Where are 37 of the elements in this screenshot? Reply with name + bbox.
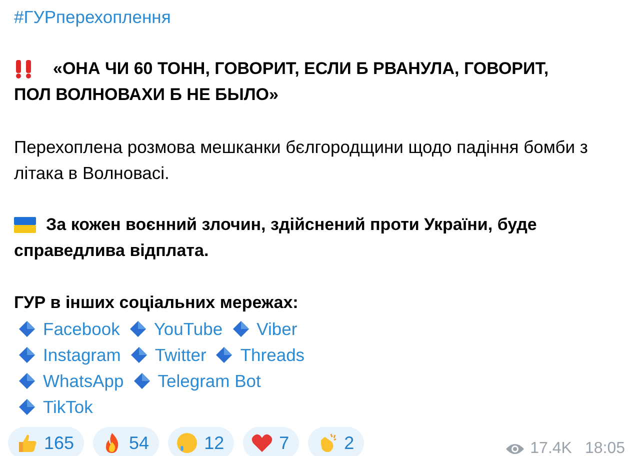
reaction-button[interactable]: 165 [8,427,84,456]
diamond-icon [18,346,36,364]
reaction-button[interactable]: 54 [93,427,160,456]
flag-icon [14,217,36,233]
reaction-button[interactable]: 2 [308,427,364,456]
socials-heading: ГУР в інших соціальних мережах: [14,293,298,312]
social-link[interactable]: Instagram [43,342,121,368]
view-count: 17.4K [530,439,572,456]
heart-icon [251,432,274,454]
social-link[interactable]: Twitter [154,342,206,368]
hashtag-link[interactable]: #ГУРперехоплення [14,7,171,27]
diamond-icon [130,346,148,364]
social-link[interactable]: Threads [240,342,305,368]
diamond-icon [18,372,36,390]
headline-text: ПОЛ ВОЛНОВАХИ Б НЕ БЫЛО» [14,84,278,106]
reaction-button[interactable]: 12 [168,427,234,456]
diamond-icon [18,398,36,416]
social-link[interactable]: Viber [256,316,298,342]
eye-icon [505,442,526,456]
social-link[interactable]: Telegram Bot [158,368,261,394]
social-link[interactable]: WhatsApp [43,368,124,394]
reaction-button[interactable]: 7 [243,427,300,456]
diamond-icon [18,320,36,338]
diamond-icon [215,346,234,364]
social-link[interactable]: YouTube [154,316,223,342]
diamond-icon [232,320,250,338]
description-text: Перехоплена розмова мешканки бєлгородщини щодо падіння бомби з літака в Волновасі. [14,137,588,183]
statement-text: справедлива відплата. [14,240,209,262]
social-link[interactable]: Facebook [43,316,120,342]
message-time: 18:05 [584,439,625,456]
diamond-icon [132,372,151,390]
social-link[interactable]: TikTok [43,394,93,420]
headline-text: «ОНА ЧИ 60 ТОНН, ГОВОРИТ, ЕСЛИ Б РВАНУЛА, ГОВОРИТ, [53,58,549,80]
crying-emoji-icon [176,432,198,454]
statement-text: За кожен воєнний злочин, здійснений проти України, буде [46,214,537,236]
diamond-icon [128,320,147,338]
thumbs-up-icon [16,432,38,454]
